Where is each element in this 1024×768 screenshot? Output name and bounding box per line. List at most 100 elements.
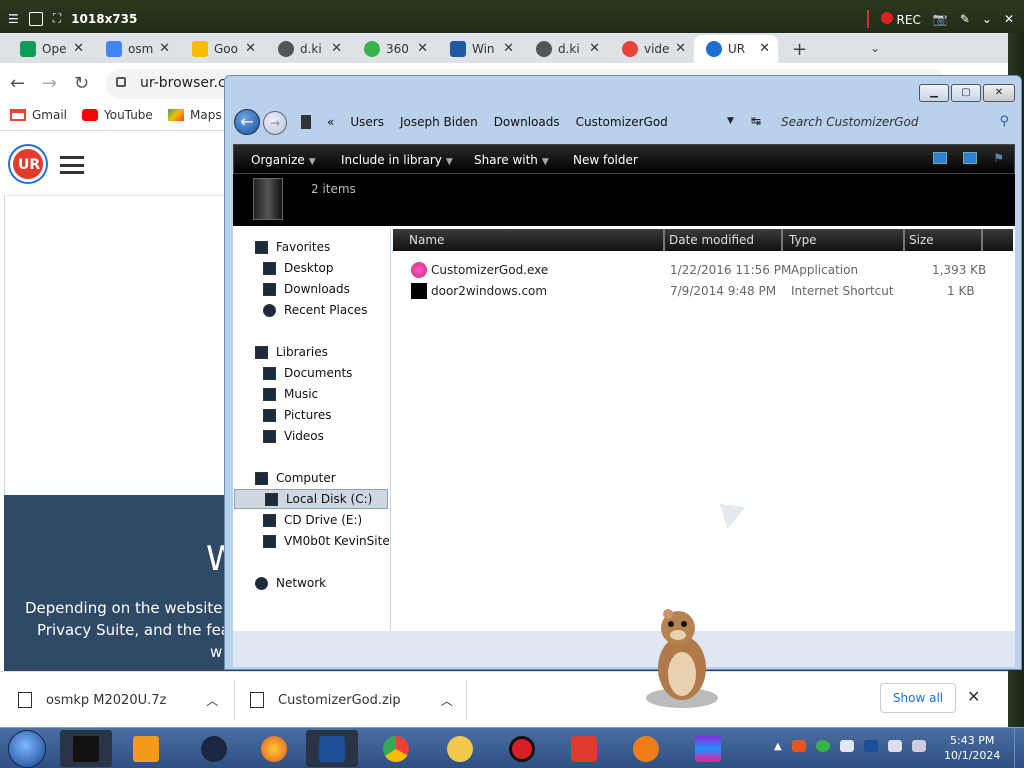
- pen-icon[interactable]: ✎: [960, 12, 970, 26]
- column-separator[interactable]: [981, 229, 983, 251]
- clock[interactable]: 5:43 PM 10/1/2024: [944, 733, 1000, 763]
- column-separator[interactable]: [903, 229, 905, 251]
- browser-tab[interactable]: vide ✕: [610, 35, 694, 63]
- taskbar-avast[interactable]: [620, 730, 672, 767]
- close-tab-icon[interactable]: ✕: [417, 41, 428, 56]
- breadcrumb-overflow[interactable]: «: [327, 115, 334, 129]
- nav-documents[interactable]: Documents: [263, 364, 352, 382]
- forward-arrow-icon[interactable]: →: [42, 73, 57, 94]
- taskbar-vpn[interactable]: [434, 730, 486, 767]
- close-tab-icon[interactable]: ✕: [159, 41, 170, 56]
- bookmark-youtube[interactable]: YouTube: [82, 108, 153, 122]
- nav-cd-drive[interactable]: CD Drive (E:): [263, 511, 362, 529]
- column-name[interactable]: Name: [409, 233, 444, 247]
- browser-tab[interactable]: d.ki ✕: [524, 35, 608, 63]
- column-type[interactable]: Type: [789, 233, 817, 247]
- rec-button[interactable]: REC: [880, 11, 921, 27]
- forward-button[interactable]: →: [263, 111, 287, 135]
- organize-menu[interactable]: Organize ▼: [251, 153, 316, 167]
- taskbar-wps-office[interactable]: [558, 730, 610, 767]
- nav-network-share[interactable]: VM0b0t KevinSite: [263, 532, 390, 550]
- close-tab-icon[interactable]: ✕: [589, 41, 600, 56]
- close-downloads-icon[interactable]: ✕: [967, 687, 980, 706]
- taskbar-remote-desktop[interactable]: [306, 730, 358, 767]
- close-tab-icon[interactable]: ✕: [503, 41, 514, 56]
- file-row[interactable]: CustomizerGod.exe 1/22/2016 11:56 PM App…: [391, 260, 1011, 280]
- taskbar-firefox[interactable]: [248, 730, 300, 767]
- lock-icon[interactable]: [116, 77, 126, 87]
- close-tab-icon[interactable]: ✕: [759, 41, 770, 56]
- chevron-up-icon[interactable]: ︿: [206, 692, 218, 709]
- column-separator[interactable]: [663, 229, 665, 251]
- nav-desktop[interactable]: Desktop: [263, 259, 334, 277]
- tray-network-icon[interactable]: [887, 740, 902, 752]
- close-tab-icon[interactable]: ✕: [675, 41, 686, 56]
- close-tab-icon[interactable]: ✕: [73, 41, 84, 56]
- column-separator[interactable]: [781, 229, 783, 251]
- nav-pictures[interactable]: Pictures: [263, 406, 332, 424]
- back-button[interactable]: ←: [234, 109, 260, 135]
- new-folder-button[interactable]: New folder: [573, 153, 638, 167]
- nav-computer[interactable]: Computer: [255, 469, 336, 487]
- show-all-button[interactable]: Show all: [880, 683, 956, 713]
- tray-app-icon[interactable]: [815, 740, 830, 752]
- address-breadcrumb[interactable]: « Users Joseph Biden Downloads Customize…: [301, 110, 759, 134]
- taskbar-media-player[interactable]: [120, 730, 172, 767]
- minimize-button[interactable]: ▁: [919, 84, 949, 102]
- breadcrumb-item[interactable]: CustomizerGod: [576, 115, 668, 129]
- taskbar-browser-globe[interactable]: [188, 730, 240, 767]
- file-row[interactable]: door2windows.com 7/9/2014 9:48 PM Intern…: [391, 281, 1011, 301]
- browser-tab[interactable]: Goo ✕: [180, 35, 264, 63]
- show-desktop-button[interactable]: [1014, 728, 1024, 768]
- tray-volume-icon[interactable]: [911, 740, 926, 752]
- tray-app-icon[interactable]: [791, 740, 806, 752]
- new-tab-button[interactable]: +: [792, 39, 807, 60]
- browser-tab[interactable]: d.ki ✕: [266, 35, 350, 63]
- tab-search-chevron-icon[interactable]: ⌄: [870, 41, 880, 55]
- close-window-button[interactable]: ✕: [983, 84, 1015, 102]
- chevron-down-icon[interactable]: ⌄: [982, 12, 992, 26]
- close-tab-icon[interactable]: ✕: [331, 41, 342, 56]
- download-item[interactable]: osmkp M2020U.7z ︿: [18, 686, 218, 714]
- tray-cloud-icon[interactable]: [839, 740, 854, 752]
- reload-icon[interactable]: ↻: [74, 73, 89, 94]
- breadcrumb-item[interactable]: Joseph Biden: [400, 115, 478, 129]
- preview-pane-icon[interactable]: [963, 152, 978, 164]
- browser-tab[interactable]: Ope ✕: [8, 35, 92, 63]
- refresh-arrows-icon[interactable]: ↹: [751, 114, 761, 128]
- tray-expand-icon[interactable]: ▲: [774, 741, 782, 752]
- include-in-library-menu[interactable]: Include in library ▼: [341, 153, 453, 167]
- breadcrumb-item[interactable]: Users: [350, 115, 384, 129]
- menu-icon[interactable]: ☰: [8, 12, 19, 26]
- column-date-modified[interactable]: Date modified: [669, 233, 754, 247]
- camera-icon[interactable]: 📷: [933, 12, 948, 26]
- hamburger-menu-icon[interactable]: [60, 156, 84, 174]
- close-tab-icon[interactable]: ✕: [245, 41, 256, 56]
- search-icon[interactable]: ⚲: [999, 114, 1009, 129]
- bookmark-gmail[interactable]: Gmail: [10, 108, 67, 122]
- share-with-menu[interactable]: Share with ▼: [474, 153, 549, 167]
- browser-tab-active[interactable]: UR ✕: [694, 35, 778, 63]
- nav-favorites[interactable]: Favorites: [255, 238, 330, 256]
- browser-tab[interactable]: Win ✕: [438, 35, 522, 63]
- back-arrow-icon[interactable]: ←: [10, 73, 25, 94]
- download-item[interactable]: CustomizerGod.zip ︿: [250, 686, 453, 714]
- taskbar-recorder[interactable]: [496, 730, 548, 767]
- nav-recent-places[interactable]: Recent Places: [263, 301, 367, 319]
- maximize-button[interactable]: ▢: [951, 84, 981, 102]
- ur-logo[interactable]: UR: [10, 146, 46, 182]
- column-size[interactable]: Size: [909, 233, 934, 247]
- nav-libraries[interactable]: Libraries: [255, 343, 328, 361]
- view-options-icon[interactable]: [933, 152, 948, 164]
- resize-icon[interactable]: ⛶: [53, 11, 61, 26]
- close-icon[interactable]: ✕: [1004, 12, 1014, 26]
- nav-local-disk[interactable]: Local Disk (C:): [234, 489, 388, 509]
- taskbar-winrar[interactable]: [682, 730, 734, 767]
- nav-downloads[interactable]: Downloads: [263, 280, 350, 298]
- browser-tab[interactable]: 360 ✕: [352, 35, 436, 63]
- chevron-up-icon[interactable]: ︿: [441, 692, 453, 709]
- nav-network[interactable]: Network: [255, 574, 326, 592]
- bookmark-maps[interactable]: Maps: [168, 108, 222, 122]
- search-box[interactable]: Search CustomizerGod ⚲: [775, 110, 1015, 134]
- help-icon[interactable]: ⚑: [993, 151, 1004, 165]
